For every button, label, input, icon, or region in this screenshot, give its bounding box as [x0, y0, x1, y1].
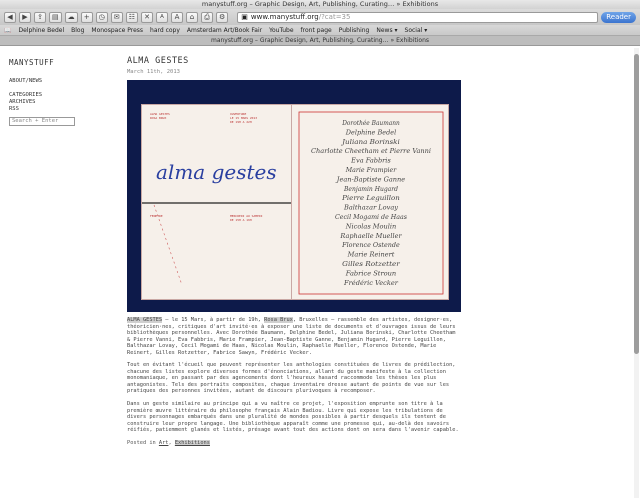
print-icon[interactable]: ⎙ — [201, 11, 214, 23]
artist-name: Charlotte Cheetham et Pierre Vanni — [311, 148, 431, 155]
back-button[interactable]: ◀ — [4, 11, 16, 23]
artist-name: Delphine Bedel — [345, 129, 396, 136]
bookmark-item[interactable]: YouTube — [269, 27, 293, 34]
highlight-title: ALMA GESTES — [127, 317, 163, 323]
artist-name: Marie Frampier — [345, 167, 397, 174]
sidebar-icon[interactable]: ▤ — [49, 11, 62, 23]
post: ALMA GESTES March 11th, 2013 ALMA GESTES… — [127, 56, 461, 446]
artist-name: Juliana Borinski — [340, 139, 400, 146]
home-icon[interactable]: ⌂ — [186, 11, 199, 23]
artist-name: Marie Reinert — [347, 252, 395, 259]
bookmark-item[interactable]: Monospace Press — [91, 27, 143, 34]
sidebar: MANYSTUFF ABOUT/NEWS CATEGORIES ARCHIVES… — [9, 58, 109, 126]
names-sheet: Dorothée Baumann Delphine Bedel Juliana Bo… — [291, 104, 449, 300]
posted-label: Posted in — [127, 439, 159, 446]
font-larger-button[interactable]: A — [171, 11, 184, 23]
poster-artwork: ALMA GESTES ROSA BRUX OUVERTURE LE 15 MA… — [142, 112, 300, 286]
window-title: manystuff.org – Graphic Design, Art, Pub… — [0, 0, 640, 9]
add-icon[interactable]: + — [80, 11, 93, 23]
bookmark-item[interactable]: hard copy — [150, 27, 180, 34]
bookmarks-icon[interactable]: ✉ — [110, 11, 123, 23]
artist-name: Pierre Leguillon — [341, 195, 400, 202]
bookmarks-bar: 📖 Delphine Bedel Blog Monospace Press hard … — [0, 25, 640, 36]
sidebar-link-rss[interactable]: RSS — [9, 106, 109, 113]
text-run: , Bruxelles – rassemble des artistes, de… — [127, 317, 456, 356]
bookmark-item[interactable]: Social ▾ — [405, 27, 428, 34]
sidebar-link-about[interactable]: ABOUT/NEWS — [9, 78, 109, 85]
artist-name: Frédéric Vecker — [343, 280, 399, 287]
sidebar-link-archives[interactable]: ARCHIVES — [9, 99, 109, 106]
poster-label: DE 15H A 19H — [230, 218, 252, 222]
poster-label: DE 19H A 22H — [230, 120, 252, 124]
url-path: /?cat=35 — [318, 12, 351, 21]
paragraph: Tout en évitant l'écueil que peuvent rep… — [127, 362, 456, 395]
sidebar-link-categories[interactable]: CATEGORIES — [9, 92, 109, 99]
close-icon[interactable]: ✕ — [141, 11, 154, 23]
artist-name: Dorothée Baumann — [341, 120, 400, 127]
url-host: www.manystuff.org — [250, 12, 319, 21]
search-input[interactable]: Search + Enter — [9, 117, 75, 126]
history-icon[interactable]: ◷ — [95, 11, 108, 23]
top-sites-icon[interactable]: ☷ — [125, 11, 139, 23]
artist-name: Fabrice Stroun — [345, 270, 396, 277]
reader-button[interactable]: Reader — [601, 11, 636, 23]
text-run: – le 15 Mars, à partir de 19h, — [162, 317, 265, 323]
artist-name: Eva Fabbris — [350, 158, 391, 165]
url-field[interactable]: ▣ www.manystuff.org/?cat=35 — [237, 11, 599, 23]
paragraph: Dans un geste similaire au principe qui … — [127, 401, 459, 434]
post-categories: Posted in Art, Exhibitions — [127, 439, 461, 446]
post-body: ALMA GESTES – le 15 Mars, à partir de 19… — [127, 317, 461, 434]
artist-name: Benjamin Hugard — [343, 186, 398, 193]
bookmark-item[interactable]: Publishing — [339, 27, 370, 34]
paragraph: ALMA GESTES – le 15 Mars, à partir de 19… — [127, 317, 461, 356]
poster-sheet: ALMA GESTES ROSA BRUX OUVERTURE LE 15 MA… — [141, 104, 300, 300]
artist-name: Balthazar Lovay — [343, 205, 399, 212]
favicon-icon: ▣ — [241, 12, 248, 21]
active-tab[interactable]: manystuff.org – Graphic Design, Art, Pub… — [0, 36, 640, 46]
bookmarks-book-icon[interactable]: 📖 — [4, 27, 11, 34]
poster-label: ROSA BRUX — [150, 116, 166, 120]
icloud-icon[interactable]: ☁ — [64, 11, 78, 23]
poster-label: FENETRE — [150, 214, 163, 218]
bookmark-item[interactable]: Amsterdam Art/Book Fair — [187, 27, 262, 34]
artist-name: Cecil Mogami de Haas — [335, 214, 407, 221]
separator: , — [168, 439, 175, 446]
forward-button[interactable]: ▶ — [19, 11, 31, 23]
site-title[interactable]: MANYSTUFF — [9, 58, 109, 67]
poster-script-title: alma gestes — [156, 160, 277, 184]
venue-link[interactable]: Rosa Brux — [264, 317, 293, 323]
post-image: ALMA GESTES ROSA BRUX OUVERTURE LE 15 MA… — [127, 80, 461, 312]
browser-toolbar: ◀ ▶ ⇪ ▤ ☁ + ◷ ✉ ☷ ✕ A A ⌂ ⎙ ⚙ ▣ www.many… — [0, 9, 640, 25]
bookmark-item[interactable]: Blog — [71, 27, 84, 34]
artist-name: Gilles Rotzetter — [342, 261, 401, 268]
bookmark-item[interactable]: Delphine Bedel — [18, 27, 64, 34]
share-icon[interactable]: ⇪ — [34, 11, 46, 23]
names-artwork: Dorothée Baumann Delphine Bedel Juliana Bo… — [298, 111, 444, 295]
bookmark-item[interactable]: front page — [301, 27, 332, 34]
settings-icon[interactable]: ⚙ — [216, 11, 229, 23]
artist-name: Florence Ostende — [341, 242, 400, 249]
artist-name: Raphaelle Mueller — [339, 233, 402, 240]
font-smaller-button[interactable]: A — [156, 11, 169, 23]
artist-name: Jean-Baptiste Ganne — [335, 176, 406, 183]
post-title[interactable]: ALMA GESTES — [127, 56, 461, 66]
scrollbar-thumb[interactable] — [634, 54, 639, 354]
artist-name: Nicolas Moulin — [345, 223, 396, 230]
post-date: March 11th, 2013 — [127, 69, 180, 75]
bookmark-item[interactable]: News ▾ — [376, 27, 397, 34]
category-link-exhibitions[interactable]: Exhibitions — [174, 439, 210, 446]
